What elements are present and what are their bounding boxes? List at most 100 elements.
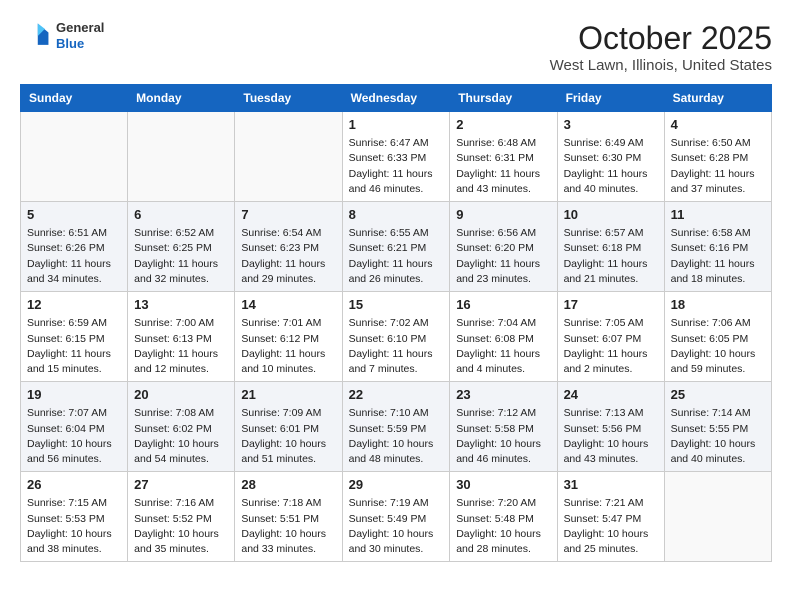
- day-number: 28: [241, 476, 335, 494]
- day-info: Sunrise: 6:48 AM Sunset: 6:31 PM Dayligh…: [456, 136, 550, 197]
- calendar-day-cell: 19 Sunrise: 7:07 AM Sunset: 6:04 PM Dayli…: [21, 382, 128, 472]
- calendar-day-cell: 9 Sunrise: 6:56 AM Sunset: 6:20 PM Daylig…: [450, 202, 557, 292]
- calendar-week-row: 1 Sunrise: 6:47 AM Sunset: 6:33 PM Daylig…: [21, 112, 772, 202]
- day-info: Sunrise: 7:10 AM Sunset: 5:59 PM Dayligh…: [349, 406, 444, 467]
- calendar-day-cell: [664, 472, 771, 562]
- calendar-day-cell: 26 Sunrise: 7:15 AM Sunset: 5:53 PM Dayli…: [21, 472, 128, 562]
- calendar-day-cell: 2 Sunrise: 6:48 AM Sunset: 6:31 PM Daylig…: [450, 112, 557, 202]
- day-info: Sunrise: 6:47 AM Sunset: 6:33 PM Dayligh…: [349, 136, 444, 197]
- day-info: Sunrise: 6:56 AM Sunset: 6:20 PM Dayligh…: [456, 226, 550, 287]
- day-number: 21: [241, 386, 335, 404]
- calendar-day-cell: 8Sunrise: 6:55 AM Sunset: 6:21 PM Daylig…: [342, 202, 450, 292]
- day-number: 13: [134, 296, 228, 314]
- weekday-header: Thursday: [450, 85, 557, 112]
- day-info: Sunrise: 7:18 AM Sunset: 5:51 PM Dayligh…: [241, 496, 335, 557]
- day-info: Sunrise: 6:50 AM Sunset: 6:28 PM Dayligh…: [671, 136, 765, 197]
- day-info: Sunrise: 7:05 AM Sunset: 6:07 PM Dayligh…: [564, 316, 658, 377]
- day-number: 26: [27, 476, 121, 494]
- day-info: Sunrise: 6:52 AM Sunset: 6:25 PM Dayligh…: [134, 226, 228, 287]
- day-number: 8: [349, 206, 444, 224]
- day-number: 11: [671, 206, 765, 224]
- weekday-header: Sunday: [21, 85, 128, 112]
- calendar-day-cell: 3 Sunrise: 6:49 AM Sunset: 6:30 PM Daylig…: [557, 112, 664, 202]
- day-info: Sunrise: 6:57 AM Sunset: 6:18 PM Dayligh…: [564, 226, 658, 287]
- day-info: Sunrise: 6:54 AM Sunset: 6:23 PM Dayligh…: [241, 226, 335, 287]
- day-number: 22: [349, 386, 444, 404]
- calendar-day-cell: 23 Sunrise: 7:12 AM Sunset: 5:58 PM Dayli…: [450, 382, 557, 472]
- weekday-header: Monday: [128, 85, 235, 112]
- calendar-day-cell: 6 Sunrise: 6:52 AM Sunset: 6:25 PM Daylig…: [128, 202, 235, 292]
- calendar-day-cell: 18Sunrise: 7:06 AM Sunset: 6:05 PM Dayli…: [664, 292, 771, 382]
- calendar-day-cell: 5 Sunrise: 6:51 AM Sunset: 6:26 PM Daylig…: [21, 202, 128, 292]
- day-number: 27: [134, 476, 228, 494]
- calendar-day-cell: 21Sunrise: 7:09 AM Sunset: 6:01 PM Dayli…: [235, 382, 342, 472]
- calendar-day-cell: 17Sunrise: 7:05 AM Sunset: 6:07 PM Dayli…: [557, 292, 664, 382]
- day-number: 5: [27, 206, 121, 224]
- day-info: Sunrise: 7:12 AM Sunset: 5:58 PM Dayligh…: [456, 406, 550, 467]
- day-info: Sunrise: 7:15 AM Sunset: 5:53 PM Dayligh…: [27, 496, 121, 557]
- calendar-day-cell: [21, 112, 128, 202]
- day-number: 25: [671, 386, 765, 404]
- calendar-week-row: 12Sunrise: 6:59 AM Sunset: 6:15 PM Dayli…: [21, 292, 772, 382]
- calendar-day-cell: 22 Sunrise: 7:10 AM Sunset: 5:59 PM Dayli…: [342, 382, 450, 472]
- day-info: Sunrise: 7:20 AM Sunset: 5:48 PM Dayligh…: [456, 496, 550, 557]
- day-info: Sunrise: 7:16 AM Sunset: 5:52 PM Dayligh…: [134, 496, 228, 557]
- calendar-day-cell: 20Sunrise: 7:08 AM Sunset: 6:02 PM Dayli…: [128, 382, 235, 472]
- calendar-day-cell: 27 Sunrise: 7:16 AM Sunset: 5:52 PM Dayli…: [128, 472, 235, 562]
- day-info: Sunrise: 7:00 AM Sunset: 6:13 PM Dayligh…: [134, 316, 228, 377]
- day-number: 14: [241, 296, 335, 314]
- day-info: Sunrise: 6:59 AM Sunset: 6:15 PM Dayligh…: [27, 316, 121, 377]
- location: West Lawn, Illinois, United States: [550, 57, 772, 74]
- logo-text: General Blue: [56, 20, 104, 51]
- weekday-header: Wednesday: [342, 85, 450, 112]
- day-number: 2: [456, 116, 550, 134]
- calendar-week-row: 19 Sunrise: 7:07 AM Sunset: 6:04 PM Dayli…: [21, 382, 772, 472]
- calendar-day-cell: 7Sunrise: 6:54 AM Sunset: 6:23 PM Daylig…: [235, 202, 342, 292]
- day-info: Sunrise: 6:58 AM Sunset: 6:16 PM Dayligh…: [671, 226, 765, 287]
- day-info: Sunrise: 6:49 AM Sunset: 6:30 PM Dayligh…: [564, 136, 658, 197]
- calendar-day-cell: 14 Sunrise: 7:01 AM Sunset: 6:12 PM Dayli…: [235, 292, 342, 382]
- day-number: 6: [134, 206, 228, 224]
- calendar-day-cell: 30 Sunrise: 7:20 AM Sunset: 5:48 PM Dayli…: [450, 472, 557, 562]
- weekday-header: Saturday: [664, 85, 771, 112]
- calendar-day-cell: 4 Sunrise: 6:50 AM Sunset: 6:28 PM Daylig…: [664, 112, 771, 202]
- calendar-day-cell: [235, 112, 342, 202]
- calendar-day-cell: 28 Sunrise: 7:18 AM Sunset: 5:51 PM Dayli…: [235, 472, 342, 562]
- day-number: 16: [456, 296, 550, 314]
- calendar-day-cell: [128, 112, 235, 202]
- calendar-day-cell: 16Sunrise: 7:04 AM Sunset: 6:08 PM Dayli…: [450, 292, 557, 382]
- day-number: 3: [564, 116, 658, 134]
- page-header: General Blue October 2025 West Lawn, Ill…: [20, 20, 772, 74]
- logo: General Blue: [20, 20, 104, 52]
- day-number: 4: [671, 116, 765, 134]
- day-number: 19: [27, 386, 121, 404]
- calendar-week-row: 5 Sunrise: 6:51 AM Sunset: 6:26 PM Daylig…: [21, 202, 772, 292]
- weekday-header-row: SundayMondayTuesdayWednesdayThursdayFrid…: [21, 85, 772, 112]
- day-info: Sunrise: 7:01 AM Sunset: 6:12 PM Dayligh…: [241, 316, 335, 377]
- logo-blue: Blue: [56, 36, 104, 52]
- day-info: Sunrise: 6:51 AM Sunset: 6:26 PM Dayligh…: [27, 226, 121, 287]
- calendar-day-cell: 1 Sunrise: 6:47 AM Sunset: 6:33 PM Daylig…: [342, 112, 450, 202]
- day-number: 29: [349, 476, 444, 494]
- day-number: 9: [456, 206, 550, 224]
- day-number: 23: [456, 386, 550, 404]
- calendar-day-cell: 29Sunrise: 7:19 AM Sunset: 5:49 PM Dayli…: [342, 472, 450, 562]
- calendar-table: SundayMondayTuesdayWednesdayThursdayFrid…: [20, 84, 772, 562]
- calendar-day-cell: 12Sunrise: 6:59 AM Sunset: 6:15 PM Dayli…: [21, 292, 128, 382]
- day-info: Sunrise: 7:02 AM Sunset: 6:10 PM Dayligh…: [349, 316, 444, 377]
- calendar-day-cell: 10 Sunrise: 6:57 AM Sunset: 6:18 PM Dayli…: [557, 202, 664, 292]
- month-title: October 2025: [550, 20, 772, 57]
- calendar-day-cell: 13 Sunrise: 7:00 AM Sunset: 6:13 PM Dayli…: [128, 292, 235, 382]
- weekday-header: Tuesday: [235, 85, 342, 112]
- day-info: Sunrise: 7:08 AM Sunset: 6:02 PM Dayligh…: [134, 406, 228, 467]
- day-number: 18: [671, 296, 765, 314]
- day-info: Sunrise: 7:07 AM Sunset: 6:04 PM Dayligh…: [27, 406, 121, 467]
- calendar-day-cell: 15Sunrise: 7:02 AM Sunset: 6:10 PM Dayli…: [342, 292, 450, 382]
- day-number: 10: [564, 206, 658, 224]
- day-info: Sunrise: 7:13 AM Sunset: 5:56 PM Dayligh…: [564, 406, 658, 467]
- calendar-day-cell: 24Sunrise: 7:13 AM Sunset: 5:56 PM Dayli…: [557, 382, 664, 472]
- day-number: 1: [349, 116, 444, 134]
- calendar-week-row: 26 Sunrise: 7:15 AM Sunset: 5:53 PM Dayli…: [21, 472, 772, 562]
- day-info: Sunrise: 7:21 AM Sunset: 5:47 PM Dayligh…: [564, 496, 658, 557]
- day-number: 30: [456, 476, 550, 494]
